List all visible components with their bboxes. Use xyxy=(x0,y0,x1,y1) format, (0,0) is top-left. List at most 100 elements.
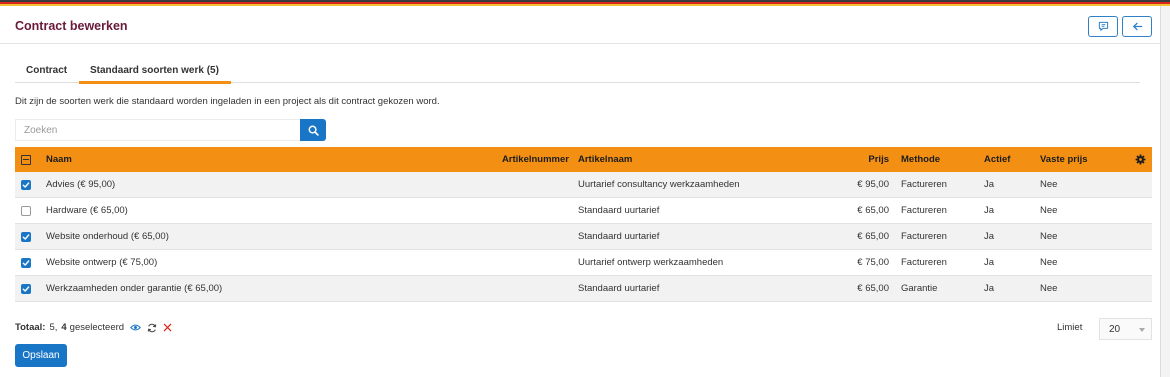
table-row[interactable]: Advies (€ 95,00) Uurtarief consultancy we… xyxy=(15,172,1152,198)
selected-count: 4 xyxy=(61,322,67,333)
clear-selection-button[interactable] xyxy=(163,323,172,332)
table-row[interactable]: Hardware (€ 65,00) Standaard uurtarief € 6… xyxy=(15,198,1152,224)
tab-standaard-soorten-werk[interactable]: Standaard soorten werk (5) xyxy=(90,65,219,76)
column-header-vaste-prijs[interactable]: Vaste prijs xyxy=(1040,147,1088,172)
cell-artikelnummer xyxy=(501,250,569,275)
cell-naam: Website ontwerp (€ 75,00) xyxy=(46,257,158,268)
cell-artikelnummer xyxy=(501,276,569,301)
search-button[interactable] xyxy=(300,119,326,141)
refresh-selection-button[interactable] xyxy=(147,323,157,333)
limit-select[interactable]: 20 xyxy=(1099,318,1152,340)
cell-methode: Factureren xyxy=(901,257,947,268)
comment-icon xyxy=(1098,21,1108,31)
limit-value: 20 xyxy=(1109,323,1121,335)
row-checkbox[interactable] xyxy=(21,205,31,216)
cell-vaste-prijs: Nee xyxy=(1040,205,1058,216)
column-header-artikelnummer[interactable]: Artikelnummer xyxy=(501,147,569,172)
cell-actief: Ja xyxy=(984,205,995,216)
indeterminate-mark xyxy=(23,158,29,161)
row-checkbox[interactable] xyxy=(21,283,31,294)
column-header-prijs[interactable]: Prijs xyxy=(805,147,889,172)
work-types-table: Naam Artikelnummer Artikelnaam Prijs Met… xyxy=(15,147,1152,302)
comment-button[interactable] xyxy=(1088,16,1118,37)
cell-artikelnaam: Uurtarief ontwerp werkzaamheden xyxy=(578,257,724,268)
limit-label: Limiet xyxy=(1057,322,1083,333)
search-icon xyxy=(308,125,319,136)
check-icon xyxy=(22,259,30,266)
active-tab-indicator xyxy=(79,81,231,84)
cell-vaste-prijs: Nee xyxy=(1040,257,1058,268)
row-select-cell xyxy=(21,224,33,249)
selection-summary: Totaal: 5, 4 geselecteerd xyxy=(15,322,172,333)
cell-artikelnummer xyxy=(501,198,569,223)
cell-artikelnummer xyxy=(501,172,569,197)
cell-actief: Ja xyxy=(984,257,995,268)
select-all-checkbox[interactable] xyxy=(21,154,31,165)
column-header-artikelnaam[interactable]: Artikelnaam xyxy=(578,147,632,172)
cell-actief: Ja xyxy=(984,231,995,242)
cell-actief: Ja xyxy=(984,283,995,294)
column-header-actief[interactable]: Actief xyxy=(984,147,1010,172)
tab-bar: Contract Standaard soorten werk (5) xyxy=(15,62,1140,84)
cell-prijs: € 75,00 xyxy=(857,257,889,268)
cell-artikelnaam: Standaard uurtarief xyxy=(578,283,660,294)
table-header: Naam Artikelnummer Artikelnaam Prijs Met… xyxy=(15,147,1152,172)
cell-prijs: € 65,00 xyxy=(857,205,889,216)
cell-prijs: € 95,00 xyxy=(857,179,889,190)
column-header-methode[interactable]: Methode xyxy=(901,147,940,172)
table-body: Advies (€ 95,00) Uurtarief consultancy we… xyxy=(15,172,1152,302)
gear-icon xyxy=(1135,154,1146,165)
cell-vaste-prijs: Nee xyxy=(1040,231,1058,242)
cell-methode: Factureren xyxy=(901,231,947,242)
save-button[interactable]: Opslaan xyxy=(15,344,67,367)
cell-naam: Werkzaamheden onder garantie (€ 65,00) xyxy=(46,283,223,294)
cell-methode: Factureren xyxy=(901,205,947,216)
scrollbar[interactable] xyxy=(1160,6,1170,377)
show-selected-button[interactable] xyxy=(130,323,142,332)
clear-selection-icon xyxy=(163,323,172,332)
selected-label: geselecteerd xyxy=(69,322,125,333)
table-row[interactable]: Website onderhoud (€ 65,00) Standaard uur… xyxy=(15,224,1152,250)
search-input[interactable] xyxy=(15,119,301,141)
cell-artikelnaam: Standaard uurtarief xyxy=(578,205,660,216)
row-checkbox[interactable] xyxy=(21,179,31,190)
cell-actief: Ja xyxy=(984,179,995,190)
refresh-icon xyxy=(147,323,157,332)
cell-naam: Website onderhoud (€ 65,00) xyxy=(46,231,169,242)
select-all-cell xyxy=(21,147,33,172)
total-label: Totaal: xyxy=(15,322,46,333)
column-header-naam[interactable]: Naam xyxy=(46,147,72,172)
cell-artikelnaam: Uurtarief consultancy werkzaamheden xyxy=(578,179,740,190)
check-icon xyxy=(22,285,30,292)
row-select-cell xyxy=(21,250,33,275)
cell-artikelnummer xyxy=(501,224,569,249)
row-select-cell xyxy=(21,198,33,223)
back-button[interactable] xyxy=(1122,16,1152,37)
total-count: 5, xyxy=(49,322,58,333)
check-icon xyxy=(22,181,30,188)
table-settings-button[interactable] xyxy=(1135,147,1147,172)
cell-methode: Factureren xyxy=(901,179,947,190)
arrow-left-icon xyxy=(1132,22,1142,31)
cell-artikelnaam: Standaard uurtarief xyxy=(578,231,660,242)
cell-prijs: € 65,00 xyxy=(857,283,889,294)
cell-naam: Advies (€ 95,00) xyxy=(46,179,116,190)
row-checkbox[interactable] xyxy=(21,231,31,242)
table-row[interactable]: Website ontwerp (€ 75,00) Uurtarief ontwe… xyxy=(15,250,1152,276)
cell-methode: Garantie xyxy=(901,283,938,294)
eye-icon xyxy=(130,324,142,331)
cell-vaste-prijs: Nee xyxy=(1040,179,1058,190)
table-row[interactable]: Werkzaamheden onder garantie (€ 65,00) St… xyxy=(15,276,1152,302)
cell-vaste-prijs: Nee xyxy=(1040,283,1058,294)
check-icon xyxy=(22,233,30,240)
row-checkbox[interactable] xyxy=(21,257,31,268)
chevron-down-icon xyxy=(1139,328,1145,332)
row-select-cell xyxy=(21,172,33,197)
tab-contract[interactable]: Contract xyxy=(26,65,67,76)
page-header: Contract bewerken xyxy=(0,6,1160,44)
cell-naam: Hardware (€ 65,00) xyxy=(46,205,128,216)
cell-prijs: € 65,00 xyxy=(857,231,889,242)
row-select-cell xyxy=(21,276,33,301)
page-title: Contract bewerken xyxy=(15,19,128,33)
description-text: Dit zijn de soorten werk die standaard w… xyxy=(15,96,440,107)
